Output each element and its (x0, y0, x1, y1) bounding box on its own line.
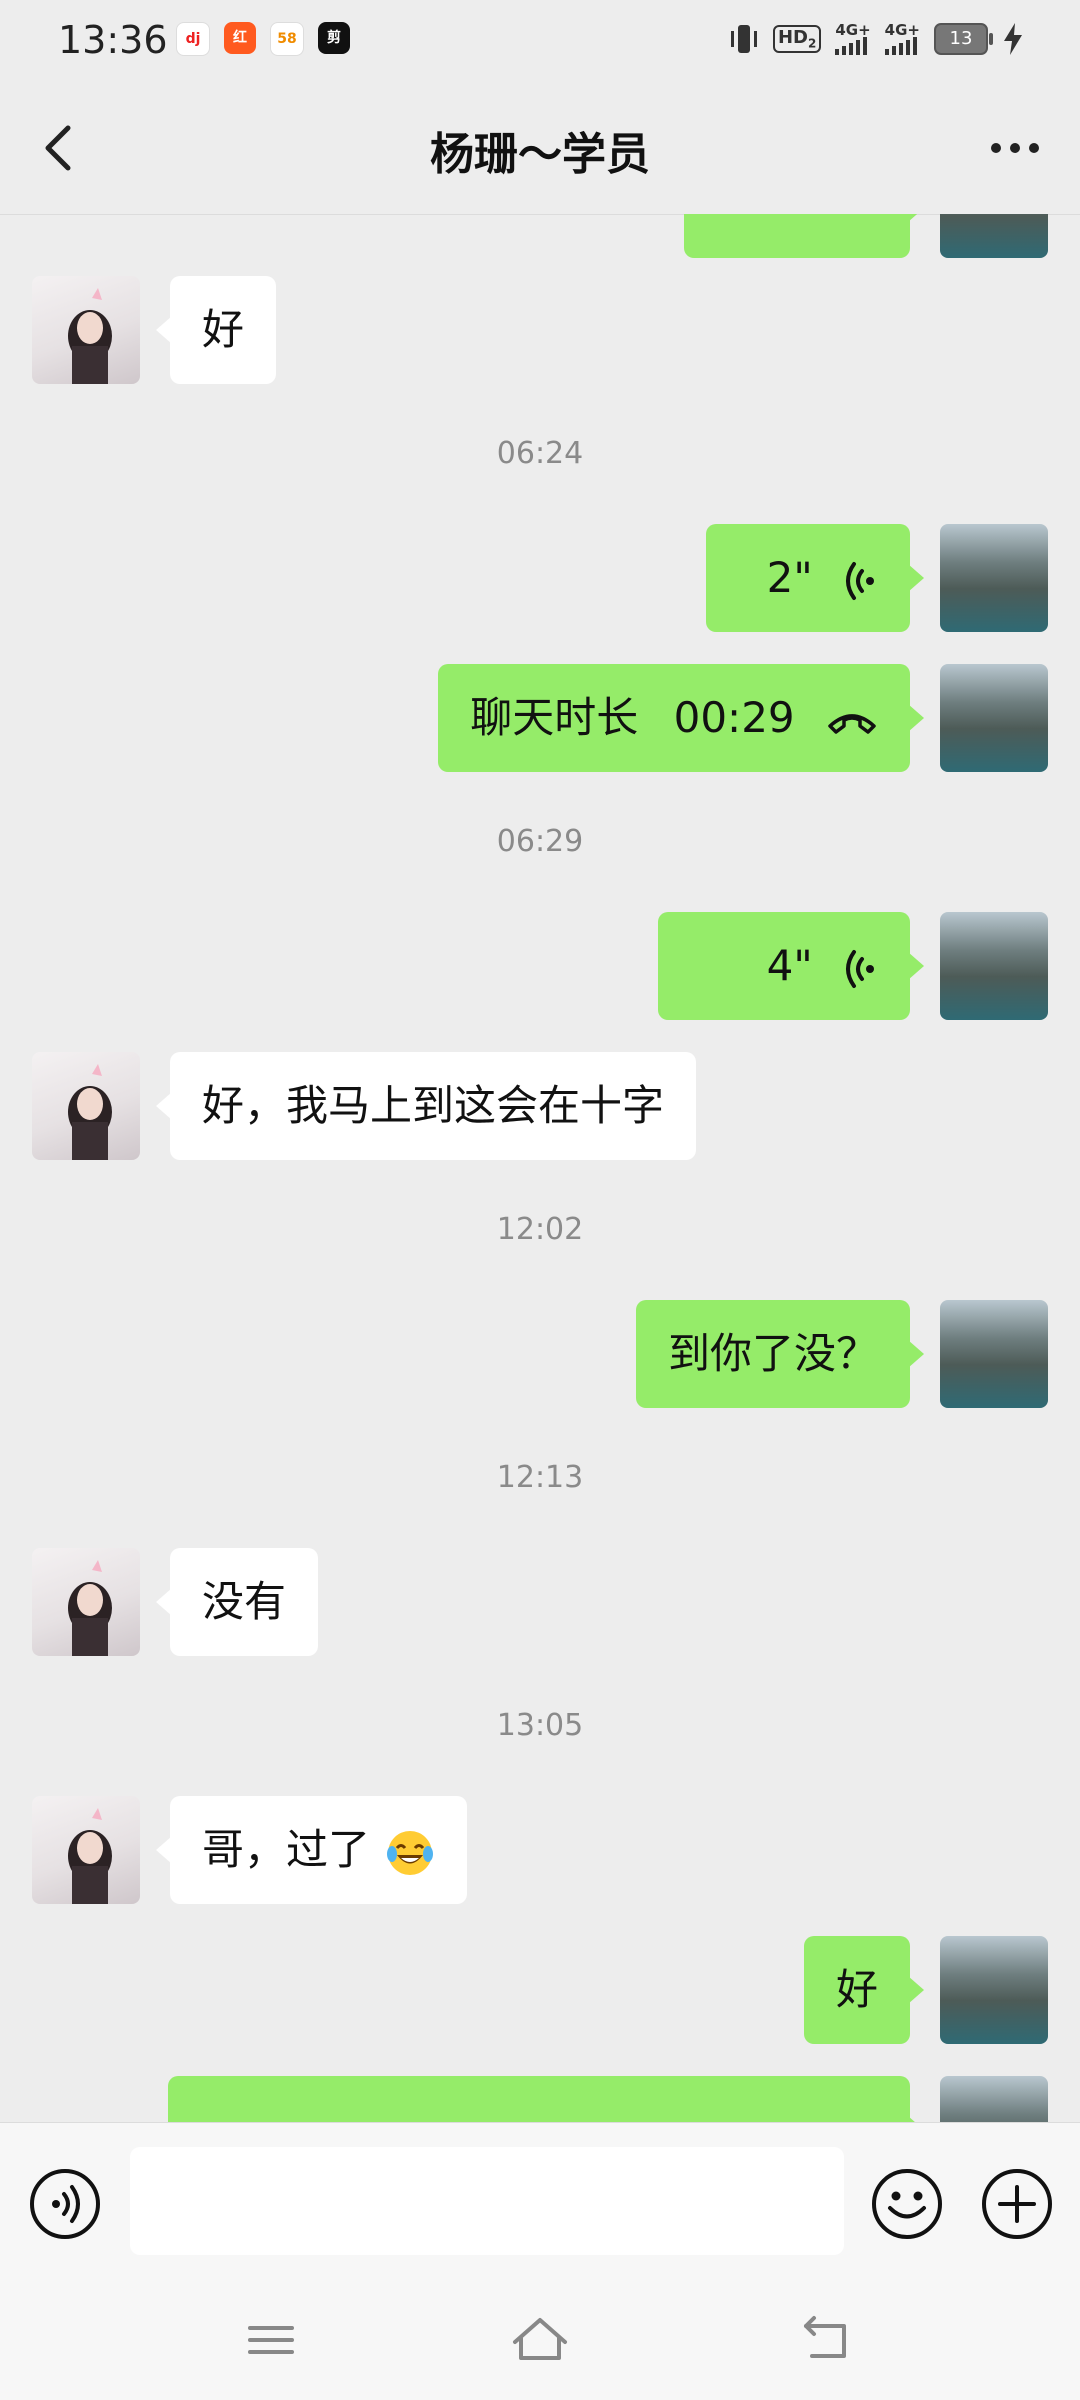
status-app-icons: dj 红 58 剪 (176, 22, 350, 56)
message-row (0, 214, 1080, 258)
call-label: 聊天时长 (470, 693, 639, 742)
status-indicators: HD2 4G+ 4G+ 13 (729, 22, 1024, 56)
message-row: 好 (0, 1936, 1080, 2044)
voice-duration: 2" (766, 553, 813, 602)
back-nav-icon[interactable] (792, 2308, 862, 2372)
message-bubble-incoming[interactable]: 没有 (155, 1548, 319, 1656)
app-notification-icon: 红 (224, 22, 256, 54)
timestamp: 13:05 (496, 1708, 584, 1743)
girl-photo (68, 288, 112, 384)
my-avatar[interactable] (940, 2076, 1048, 2122)
my-avatar[interactable] (940, 664, 1048, 772)
input-bar (0, 2122, 1080, 2281)
message-row: 4" (0, 912, 1080, 1020)
signal-icon (884, 37, 917, 55)
contact-avatar[interactable] (32, 1548, 140, 1656)
my-avatar[interactable] (940, 912, 1048, 1020)
message-bubble-outgoing[interactable]: 好 (803, 1936, 925, 2044)
voice-wave-icon (846, 561, 874, 600)
message-row: 没有 (0, 1548, 1080, 1656)
status-bar: 13:36 dj 红 58 剪 HD2 4G+ 4G+ 13 (0, 0, 1080, 84)
more-icon[interactable] (980, 116, 1050, 180)
message-bubble-incoming[interactable]: 哥，过了 (155, 1796, 468, 1904)
call-record-bubble[interactable]: 聊天时长 00:29 (438, 664, 924, 772)
message-bubble-outgoing[interactable]: 到你了没？ (635, 1300, 925, 1408)
voice-duration: 4" (766, 941, 813, 990)
contact-avatar[interactable] (32, 1052, 140, 1160)
voice-message-bubble[interactable]: 4" (658, 912, 924, 1020)
smiley-icon[interactable] (870, 2167, 944, 2241)
system-nav-bar (0, 2280, 1080, 2400)
message-bubble-incoming[interactable]: 好，我马上到这会在十字 (155, 1052, 697, 1160)
contact-avatar[interactable] (32, 1796, 140, 1904)
voice-input-icon[interactable] (28, 2167, 102, 2241)
timestamp: 12:13 (496, 1460, 584, 1495)
message-row: 2" (0, 524, 1080, 632)
my-avatar[interactable] (940, 214, 1048, 258)
app-notification-icon: 剪 (318, 22, 350, 54)
girl-photo (68, 1560, 112, 1656)
app-notification-icon: 58 (270, 22, 304, 56)
voice-message-bubble[interactable]: 2" (706, 524, 924, 632)
girl-photo (68, 1064, 112, 1160)
my-avatar[interactable] (940, 524, 1048, 632)
message-bubble-outgoing[interactable] (684, 214, 924, 258)
message-row: 聊天时长 00:29 (0, 664, 1080, 772)
girl-photo (68, 1808, 112, 1904)
wechat-chat-screen: 13:36 dj 红 58 剪 HD2 4G+ 4G+ 13 杨珊～学员 好 0… (0, 0, 1080, 2400)
timestamp: 06:24 (496, 436, 584, 471)
chat-title: 杨珊～学员 (430, 129, 650, 180)
network-indicator-1: 4G+ (835, 23, 871, 55)
message-row: 好，我马上到这会在十字 (0, 1052, 1080, 1160)
phone-hangup-icon (828, 713, 876, 734)
contact-avatar[interactable] (32, 276, 140, 384)
message-row: 哥，过了 (0, 1796, 1080, 1904)
menu-icon[interactable] (236, 2308, 306, 2372)
my-avatar[interactable] (940, 1936, 1048, 2044)
network-indicator-2: 4G+ (884, 23, 920, 55)
message-row (0, 2076, 1080, 2122)
vibrate-icon (730, 25, 757, 53)
battery-icon: 13 (934, 23, 993, 55)
call-duration: 00:29 (673, 693, 795, 742)
voice-wave-icon (846, 949, 874, 988)
signal-icon (835, 37, 868, 55)
timestamp: 06:29 (496, 824, 584, 859)
app-notification-icon: dj (176, 22, 210, 56)
hd-label: HD2 (772, 25, 822, 53)
message-text: 哥，过了 (202, 1825, 371, 1874)
message-bubble-outgoing[interactable] (168, 2076, 924, 2122)
laughing-emoji-icon (387, 1830, 434, 1875)
message-input[interactable] (130, 2147, 844, 2255)
message-row: 好 (0, 276, 1080, 384)
home-icon[interactable] (505, 2308, 575, 2372)
charging-bolt-icon (1004, 23, 1022, 55)
plus-icon[interactable] (980, 2167, 1054, 2241)
message-bubble-incoming[interactable]: 好 (155, 276, 277, 384)
my-avatar[interactable] (940, 1300, 1048, 1408)
message-row: 到你了没？ (0, 1300, 1080, 1408)
chat-header: 杨珊～学员 (0, 84, 1080, 215)
message-list[interactable]: 好 06:24 2" 聊天时长 00:29 06:29 4" 好，我马上到这会在… (0, 214, 1080, 2122)
timestamp: 12:02 (496, 1212, 584, 1247)
status-time: 13:36 (58, 18, 168, 62)
